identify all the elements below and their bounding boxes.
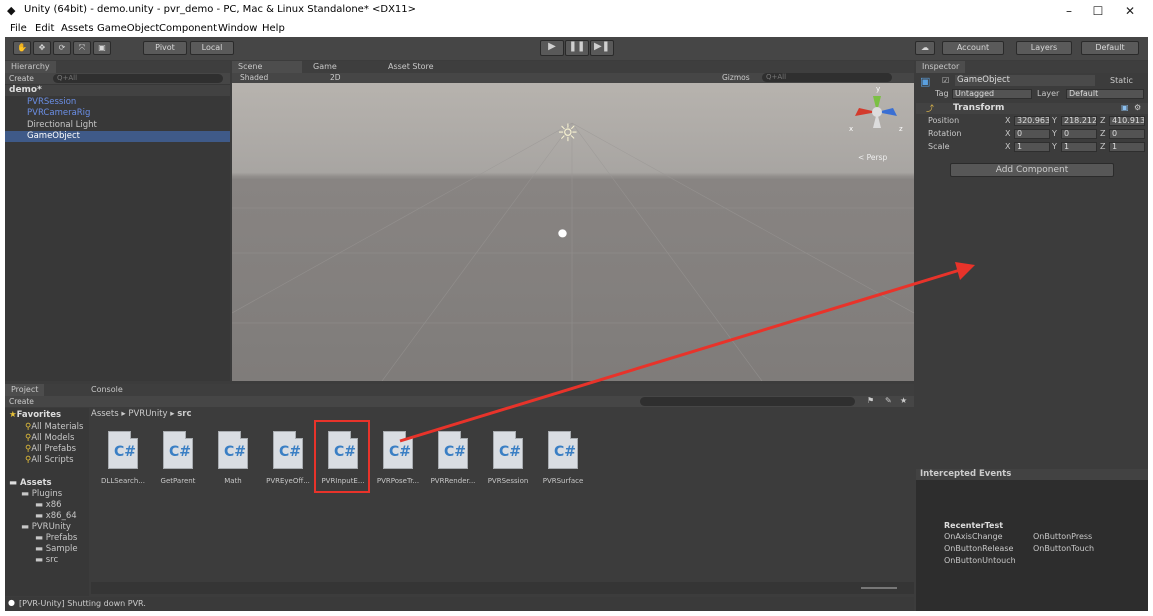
annotation-arrow xyxy=(399,262,975,443)
